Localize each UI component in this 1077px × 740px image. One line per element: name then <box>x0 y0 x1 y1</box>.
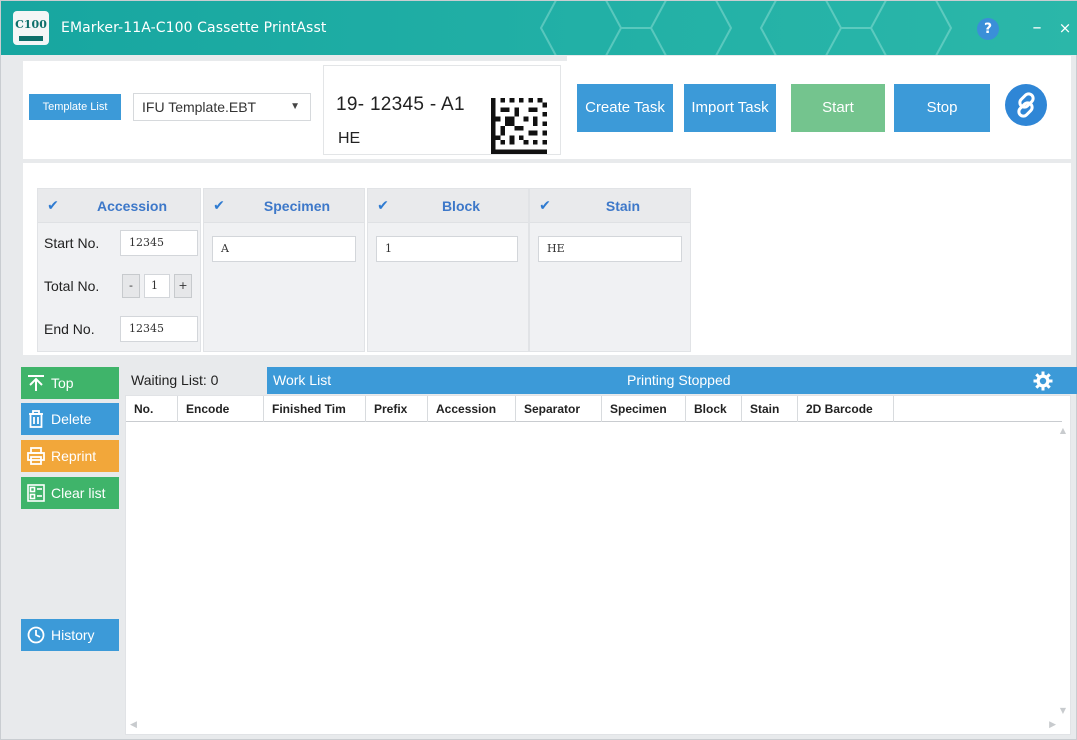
stain-checkbox[interactable]: ✔ <box>536 197 554 215</box>
start-no-input[interactable]: 12345 <box>120 230 198 256</box>
stain-column: ✔ Stain HE <box>529 188 691 352</box>
column-header-stain[interactable]: Stain <box>742 396 798 422</box>
total-no-input[interactable]: 1 <box>144 274 170 298</box>
top-button[interactable]: Top <box>21 367 119 399</box>
window-title: EMarker-11A-C100 Cassette PrintAsst <box>61 20 327 36</box>
delete-button[interactable]: Delete <box>21 403 119 435</box>
column-header-no[interactable]: No. <box>126 396 178 422</box>
end-no-input[interactable]: 12345 <box>120 316 198 342</box>
specimen-checkbox[interactable]: ✔ <box>210 197 228 215</box>
stain-title: Stain <box>605 198 641 214</box>
decrement-button[interactable]: - <box>122 274 140 298</box>
block-header: ✔ Block <box>368 189 528 223</box>
printer-icon <box>27 447 45 465</box>
link-icon <box>1017 92 1035 118</box>
worklist-title: Work List <box>273 372 332 388</box>
stop-button[interactable]: Stop <box>894 84 990 132</box>
top-label: Top <box>51 375 74 391</box>
column-header-accession[interactable]: Accession <box>428 396 516 422</box>
block-column: ✔ Block 1 <box>367 188 529 352</box>
close-button[interactable]: × <box>1057 17 1073 39</box>
specimen-header: ✔ Specimen <box>204 189 364 223</box>
worklist-header: Work List Printing Stopped <box>267 367 1077 394</box>
minimize-button[interactable]: – <box>1029 17 1045 39</box>
accession-column: ✔ Accession Start No. 12345 Total No. - … <box>37 188 201 352</box>
template-selected-value: IFU Template.EBT <box>142 99 257 115</box>
specimen-column: ✔ Specimen A <box>203 188 365 352</box>
import-task-button[interactable]: Import Task <box>684 84 776 132</box>
scroll-down-arrow[interactable]: ▼ <box>1060 706 1066 715</box>
preview-line-2: HE <box>338 130 361 147</box>
block-title: Block <box>441 198 481 214</box>
start-button[interactable]: Start <box>791 84 885 132</box>
column-header-separator[interactable]: Separator <box>516 396 602 422</box>
arrow-up-to-top-icon <box>28 375 44 391</box>
app-logo: C100 <box>13 11 49 45</box>
block-input[interactable]: 1 <box>376 236 518 262</box>
table-header-row: No. Encode Finished Tim Prefix Accession… <box>126 396 1062 422</box>
column-header-specimen[interactable]: Specimen <box>602 396 686 422</box>
help-button[interactable]: ? <box>977 18 999 40</box>
preview-line-1: 19- 12345 - A1 <box>336 94 465 115</box>
specimen-title: Specimen <box>263 198 331 214</box>
worklist-table: No. Encode Finished Tim Prefix Accession… <box>125 395 1071 735</box>
label-preview: 19- 12345 - A1 HE <box>323 65 561 155</box>
actions-panel: Create Task Import Task Start Stop <box>567 56 1071 159</box>
template-list-button[interactable]: Template List <box>29 94 121 120</box>
chevron-down-icon: ▼ <box>290 101 300 112</box>
clear-list-icon <box>27 484 45 502</box>
printing-status: Printing Stopped <box>627 372 731 388</box>
column-header-2d-barcode[interactable]: 2D Barcode <box>798 396 894 422</box>
total-no-stepper: - 1 + <box>122 274 196 298</box>
app-window: C100 EMarker-11A-C100 Cassette PrintAsst… <box>0 0 1077 740</box>
scroll-up-arrow[interactable]: ▲ <box>1060 426 1066 435</box>
scroll-left-arrow[interactable]: ◀ <box>130 720 137 730</box>
clear-list-button[interactable]: Clear list <box>21 477 119 509</box>
column-header-block[interactable]: Block <box>686 396 742 422</box>
total-no-label: Total No. <box>44 278 100 294</box>
template-dropdown[interactable]: IFU Template.EBT ▼ <box>133 93 311 121</box>
gear-icon[interactable] <box>1033 371 1053 391</box>
link-button[interactable] <box>1005 84 1047 126</box>
accession-title: Accession <box>96 198 168 214</box>
column-header-encode[interactable]: Encode <box>178 396 264 422</box>
clear-list-label: Clear list <box>51 485 106 501</box>
column-header-prefix[interactable]: Prefix <box>366 396 428 422</box>
end-no-label: End No. <box>44 321 95 337</box>
specimen-input[interactable]: A <box>212 236 356 262</box>
history-button[interactable]: History <box>21 619 119 651</box>
history-clock-icon <box>27 626 45 644</box>
reprint-button[interactable]: Reprint <box>21 440 119 472</box>
title-bar: C100 EMarker-11A-C100 Cassette PrintAsst… <box>1 1 1077 55</box>
accession-checkbox[interactable]: ✔ <box>44 197 62 215</box>
column-header-finished-time[interactable]: Finished Tim <box>264 396 366 422</box>
increment-button[interactable]: + <box>174 274 192 298</box>
accession-header: ✔ Accession <box>38 189 200 223</box>
datamatrix-barcode-icon <box>491 98 547 154</box>
waiting-list-count: Waiting List: 0 <box>131 372 219 388</box>
block-checkbox[interactable]: ✔ <box>374 197 392 215</box>
fields-panel: ✔ Accession Start No. 12345 Total No. - … <box>23 163 1071 355</box>
stain-header: ✔ Stain <box>530 189 690 223</box>
create-task-button[interactable]: Create Task <box>577 84 673 132</box>
scroll-right-arrow[interactable]: ▶ <box>1049 720 1056 730</box>
reprint-label: Reprint <box>51 448 97 464</box>
title-bar-decoration <box>539 1 953 55</box>
trash-icon <box>29 410 43 428</box>
delete-label: Delete <box>51 411 92 427</box>
start-no-label: Start No. <box>44 235 100 251</box>
history-label: History <box>51 627 95 643</box>
template-panel: Template List IFU Template.EBT ▼ 19- 123… <box>23 61 567 159</box>
stain-input[interactable]: HE <box>538 236 682 262</box>
